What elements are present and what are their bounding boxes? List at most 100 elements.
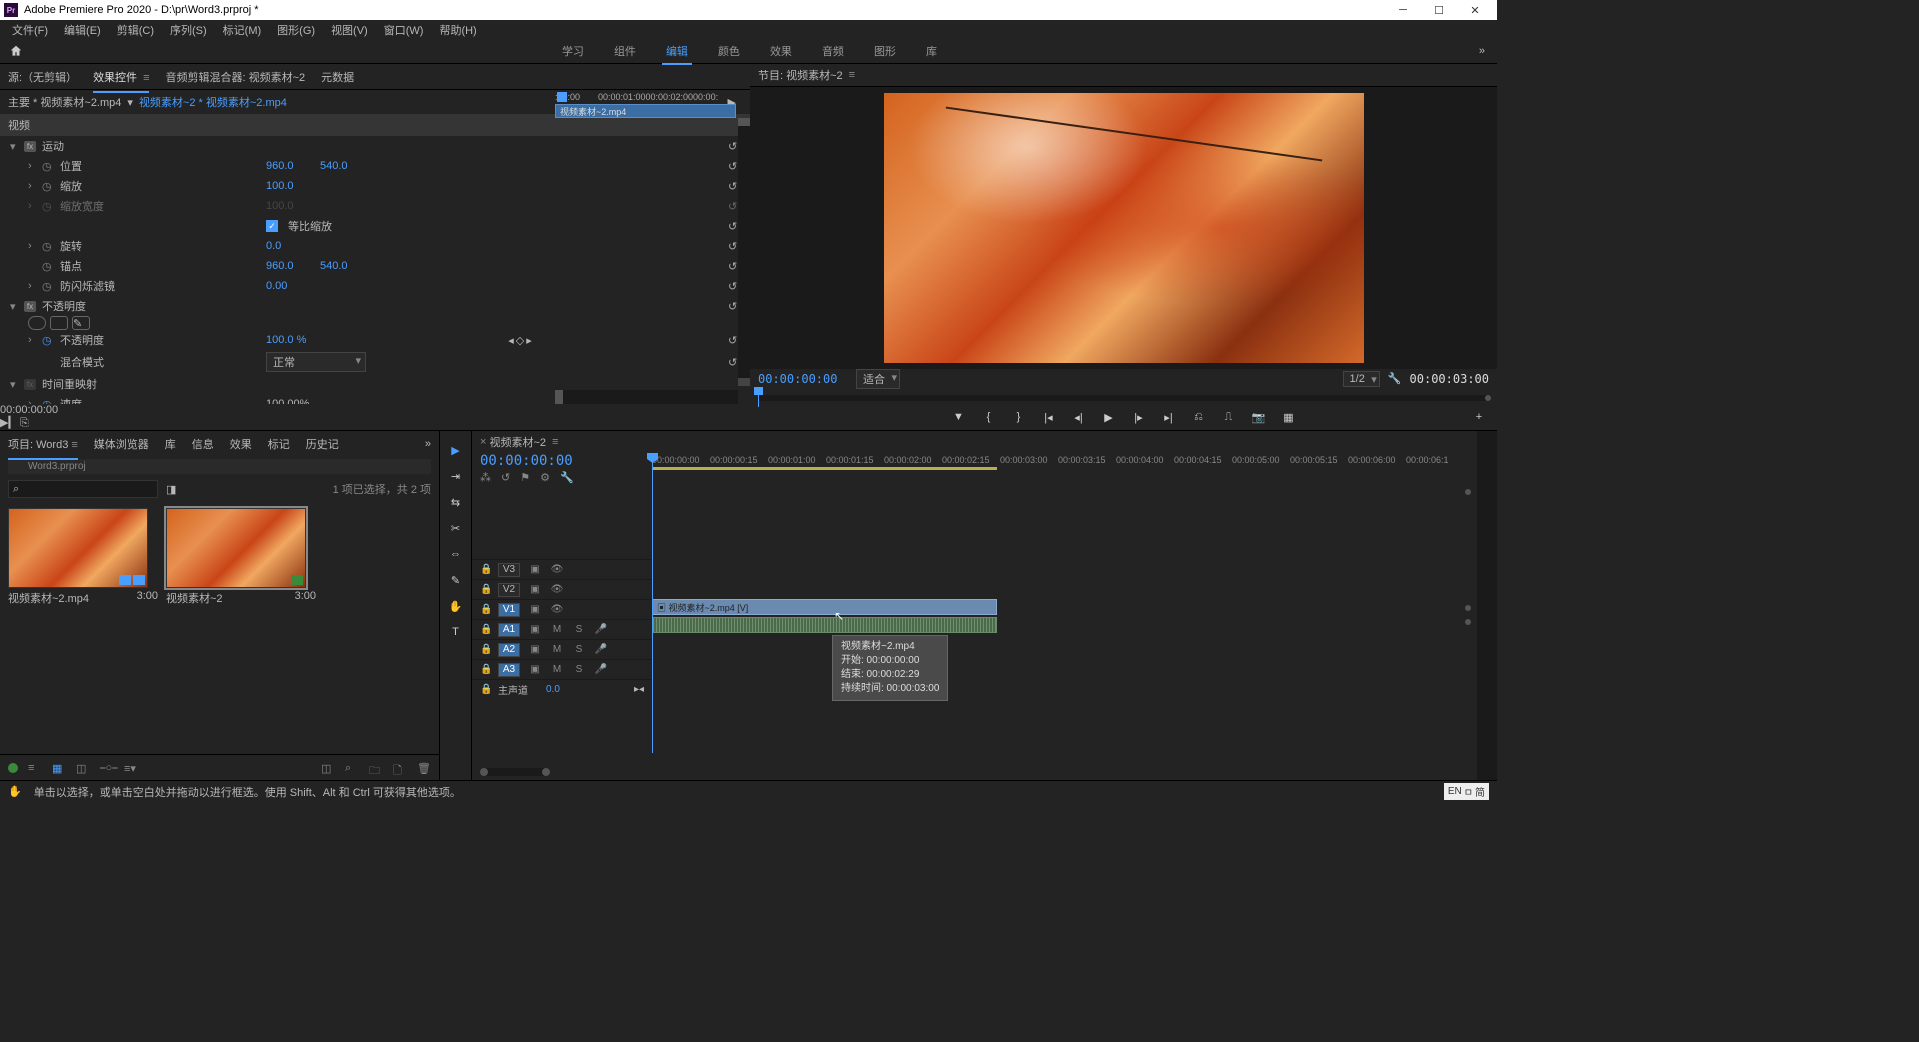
panel-menu-icon[interactable]: ≡ xyxy=(552,436,558,448)
timeline-timecode[interactable]: 00:00:00:00 xyxy=(480,453,644,469)
toggle-output-icon[interactable]: 👁 xyxy=(550,584,564,595)
toggle-sync-icon[interactable]: ▣ xyxy=(528,604,542,615)
track-header-a1[interactable]: 🔒A1▣MS🎤 xyxy=(472,619,652,639)
button-editor-icon[interactable]: + xyxy=(1471,409,1487,425)
uniform-scale-checkbox[interactable]: ✓ xyxy=(266,220,278,232)
scroll-dot[interactable] xyxy=(1465,619,1471,625)
stopwatch-icon[interactable]: ◷ xyxy=(42,180,54,193)
program-timecode[interactable]: 00:00:00:00 xyxy=(758,372,848,386)
timeline-ruler[interactable]: 00:00:00:0000:00:00:1500:00:01:0000:00:0… xyxy=(652,453,1477,489)
linked-selection-icon[interactable]: ↺ xyxy=(501,471,510,484)
export-frame-icon[interactable]: 📷 xyxy=(1251,409,1267,425)
toggle-sync-icon[interactable]: ▣ xyxy=(528,564,542,575)
sort-icon[interactable]: ≡▾ xyxy=(124,762,138,774)
menu-sequence[interactable]: 序列(S) xyxy=(162,20,215,38)
step-back-icon[interactable]: ◂| xyxy=(1071,409,1087,425)
workspace-libraries[interactable]: 库 xyxy=(926,37,937,65)
program-tab[interactable]: 节目: 视频素材~2 xyxy=(758,67,843,83)
stopwatch-icon[interactable]: ◷ xyxy=(42,260,54,273)
zoom-slider[interactable]: ⎯○⎯ xyxy=(100,762,114,774)
workspace-graphics[interactable]: 图形 xyxy=(874,37,896,65)
timeline-zoom-bar[interactable] xyxy=(472,764,1477,780)
work-area-bar[interactable] xyxy=(652,467,997,470)
lock-icon[interactable]: 🔒 xyxy=(480,644,490,655)
breadcrumb-clip[interactable]: 视频素材~2 * 视频素材~2.mp4 xyxy=(139,94,287,110)
effect-playhead[interactable] xyxy=(557,92,567,102)
scroll-dot[interactable] xyxy=(1465,489,1471,495)
razor-tool[interactable]: ✂ xyxy=(447,519,465,537)
close-button[interactable]: ✕ xyxy=(1457,0,1493,20)
ripple-edit-tool[interactable]: ⇆ xyxy=(447,493,465,511)
delete-icon[interactable]: 🗑 xyxy=(417,762,431,774)
selection-tool[interactable]: ▶ xyxy=(447,441,465,459)
menu-window[interactable]: 窗口(W) xyxy=(376,20,432,38)
home-icon[interactable] xyxy=(6,42,26,60)
snap-icon[interactable]: ⁂ xyxy=(480,471,491,484)
rect-mask-button[interactable] xyxy=(50,316,68,330)
group-opacity[interactable]: ▾fx不透明度↺ xyxy=(0,296,750,316)
tab-history[interactable]: 历史记 xyxy=(306,432,339,456)
add-marker-icon[interactable]: ▼ xyxy=(951,409,967,425)
toggle-sync-icon[interactable]: ▣ xyxy=(528,624,542,635)
voice-icon[interactable]: 🎤 xyxy=(594,664,608,675)
play-icon[interactable]: ▶ xyxy=(1101,409,1117,425)
menu-edit[interactable]: 编辑(E) xyxy=(56,20,109,38)
lock-icon[interactable]: 🔒 xyxy=(480,684,490,695)
pen-tool[interactable]: ✎ xyxy=(447,571,465,589)
filter-icon[interactable]: ◨ xyxy=(166,483,176,496)
sequence-thumbnail[interactable] xyxy=(166,508,306,588)
pen-mask-button[interactable]: ✎ xyxy=(72,316,90,330)
menu-marker[interactable]: 标记(M) xyxy=(215,20,270,38)
new-item-icon[interactable]: 🗋 xyxy=(393,762,407,774)
scroll-dot[interactable] xyxy=(1465,605,1471,611)
ime-indicator[interactable]: ENㅁ简 xyxy=(1444,783,1489,800)
project-search-input[interactable]: ⌕ xyxy=(8,480,158,498)
tab-audio-mixer[interactable]: 音频剪辑混合器: 视频素材~2 xyxy=(165,65,305,89)
lock-icon[interactable]: 🔒 xyxy=(480,624,490,635)
lock-icon[interactable]: 🔒 xyxy=(480,604,490,615)
track-header-v3[interactable]: 🔒V3▣👁 xyxy=(472,559,652,579)
hand-tool[interactable]: ✋ xyxy=(447,597,465,615)
menu-file[interactable]: 文件(F) xyxy=(4,20,56,38)
clip-thumbnail[interactable] xyxy=(8,508,148,588)
zoom-handle-right[interactable] xyxy=(542,768,550,776)
menu-view[interactable]: 视图(V) xyxy=(323,20,376,38)
tab-libraries[interactable]: 库 xyxy=(165,432,176,456)
zoom-fit-dropdown[interactable]: 适合 xyxy=(856,369,900,389)
blend-mode-dropdown[interactable]: 正常 xyxy=(266,352,366,372)
tab-effects[interactable]: 效果 xyxy=(230,432,252,456)
workspace-editing[interactable]: 编辑 xyxy=(666,37,688,65)
go-to-in-icon[interactable]: |◂ xyxy=(1041,409,1057,425)
write-lock-icon[interactable] xyxy=(8,763,18,773)
workspace-color[interactable]: 颜色 xyxy=(718,37,740,65)
project-item[interactable]: 视频素材~2.mp43:00 xyxy=(8,508,158,608)
timeline-content[interactable]: ▣ 视频素材~2.mp4 [V] ↖ 视频素材~2.mp4 开始: 00:00:… xyxy=(652,489,1477,764)
track-select-tool[interactable]: ⇥ xyxy=(447,467,465,485)
new-bin-icon[interactable]: 🗀 xyxy=(369,762,383,774)
track-header-a3[interactable]: 🔒A3▣MS🎤 xyxy=(472,659,652,679)
mark-out-icon[interactable]: } xyxy=(1011,409,1027,425)
program-viewer[interactable] xyxy=(750,87,1497,369)
workspace-audio[interactable]: 音频 xyxy=(822,37,844,65)
voice-icon[interactable]: 🎤 xyxy=(594,624,608,635)
group-motion[interactable]: ▾fx运动↺ xyxy=(0,136,750,156)
comparison-icon[interactable]: ▦ xyxy=(1281,409,1297,425)
menu-graphics[interactable]: 图形(G) xyxy=(269,20,323,38)
project-bin-grid[interactable]: 视频素材~2.mp43:00 视频素材~23:00 xyxy=(0,502,439,754)
effect-hscrollbar[interactable] xyxy=(555,390,738,404)
panel-menu-icon[interactable]: ≡ xyxy=(849,69,855,81)
track-header-a2[interactable]: 🔒A2▣MS🎤 xyxy=(472,639,652,659)
stopwatch-icon[interactable]: ◷ xyxy=(42,160,54,173)
tab-source[interactable]: 源:（无剪辑） xyxy=(8,65,77,89)
step-forward-icon[interactable]: |▸ xyxy=(1131,409,1147,425)
program-scrubber[interactable] xyxy=(758,389,1489,405)
tab-media-browser[interactable]: 媒体浏览器 xyxy=(94,432,149,456)
tab-effect-controls[interactable]: 效果控件≡ xyxy=(93,65,149,89)
lock-icon[interactable]: 🔒 xyxy=(480,564,490,575)
tab-project[interactable]: 项目: Word3 ≡ xyxy=(8,432,78,456)
lock-icon[interactable]: 🔒 xyxy=(480,664,490,675)
next-keyframe-icon[interactable]: ▸ xyxy=(526,334,532,347)
project-crumb[interactable]: Word3.prproj xyxy=(8,459,431,474)
toggle-output-icon[interactable]: 👁 xyxy=(550,564,564,575)
tab-overflow[interactable]: » xyxy=(425,438,431,450)
